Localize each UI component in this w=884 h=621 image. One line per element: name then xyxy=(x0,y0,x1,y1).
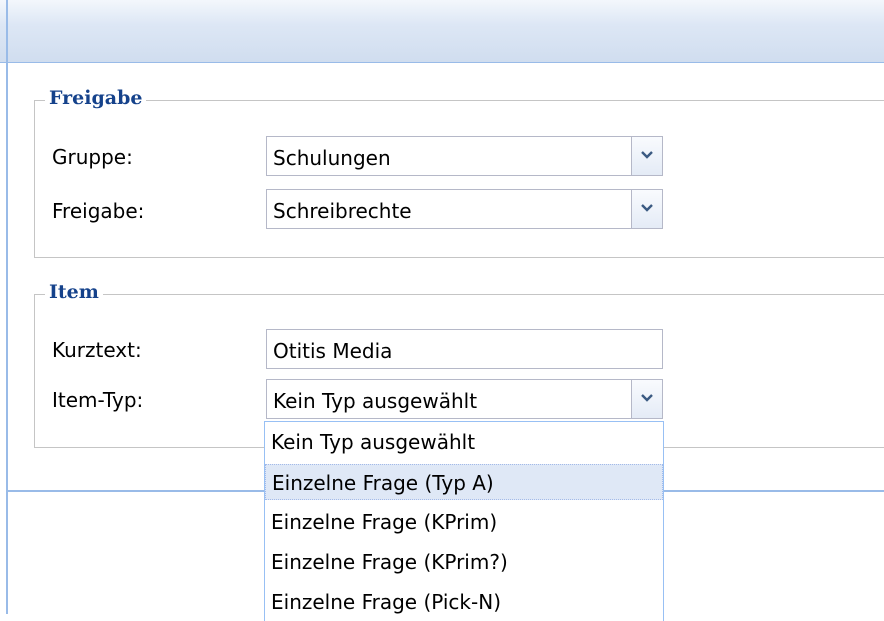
kurztext-value: Otitis Media xyxy=(273,339,393,363)
panel-header xyxy=(0,0,884,63)
chevron-down-icon xyxy=(641,394,653,402)
item-legend: Item xyxy=(45,281,103,303)
kurztext-label: Kurztext: xyxy=(52,338,142,362)
freigabe-dropdown-trigger[interactable] xyxy=(631,190,662,228)
item-typ-dropdown-list: Kein Typ ausgewählt Einzelne Frage (Typ … xyxy=(264,421,664,621)
freigabe-combobox[interactable]: Schreibrechte xyxy=(266,189,663,229)
dropdown-option[interactable]: Einzelne Frage (Pick-N) xyxy=(265,584,663,620)
panel-left-border xyxy=(0,0,8,614)
dropdown-option[interactable]: Kein Typ ausgewählt xyxy=(265,424,663,460)
item-typ-combobox[interactable]: Kein Typ ausgewählt xyxy=(266,379,663,419)
dropdown-option-highlighted[interactable]: Einzelne Frage (Typ A) xyxy=(265,464,663,500)
freigabe-label: Freigabe: xyxy=(52,199,145,223)
chevron-down-icon xyxy=(641,204,653,212)
gruppe-combobox[interactable]: Schulungen xyxy=(266,136,663,176)
chevron-down-icon xyxy=(641,151,653,159)
gruppe-label: Gruppe: xyxy=(52,145,133,169)
dropdown-option[interactable]: Einzelne Frage (KPrim?) xyxy=(265,544,663,580)
item-typ-dropdown-trigger[interactable] xyxy=(631,380,662,418)
item-typ-value: Kein Typ ausgewählt xyxy=(273,389,478,413)
freigabe-value: Schreibrechte xyxy=(273,199,412,223)
item-typ-label: Item-Typ: xyxy=(52,388,144,412)
gruppe-dropdown-trigger[interactable] xyxy=(631,137,662,175)
dropdown-option[interactable]: Einzelne Frage (KPrim) xyxy=(265,504,663,540)
gruppe-value: Schulungen xyxy=(273,146,391,170)
freigabe-legend: Freigabe xyxy=(45,87,147,109)
kurztext-input[interactable]: Otitis Media xyxy=(266,329,663,369)
freigabe-fieldset: Freigabe xyxy=(34,87,884,258)
